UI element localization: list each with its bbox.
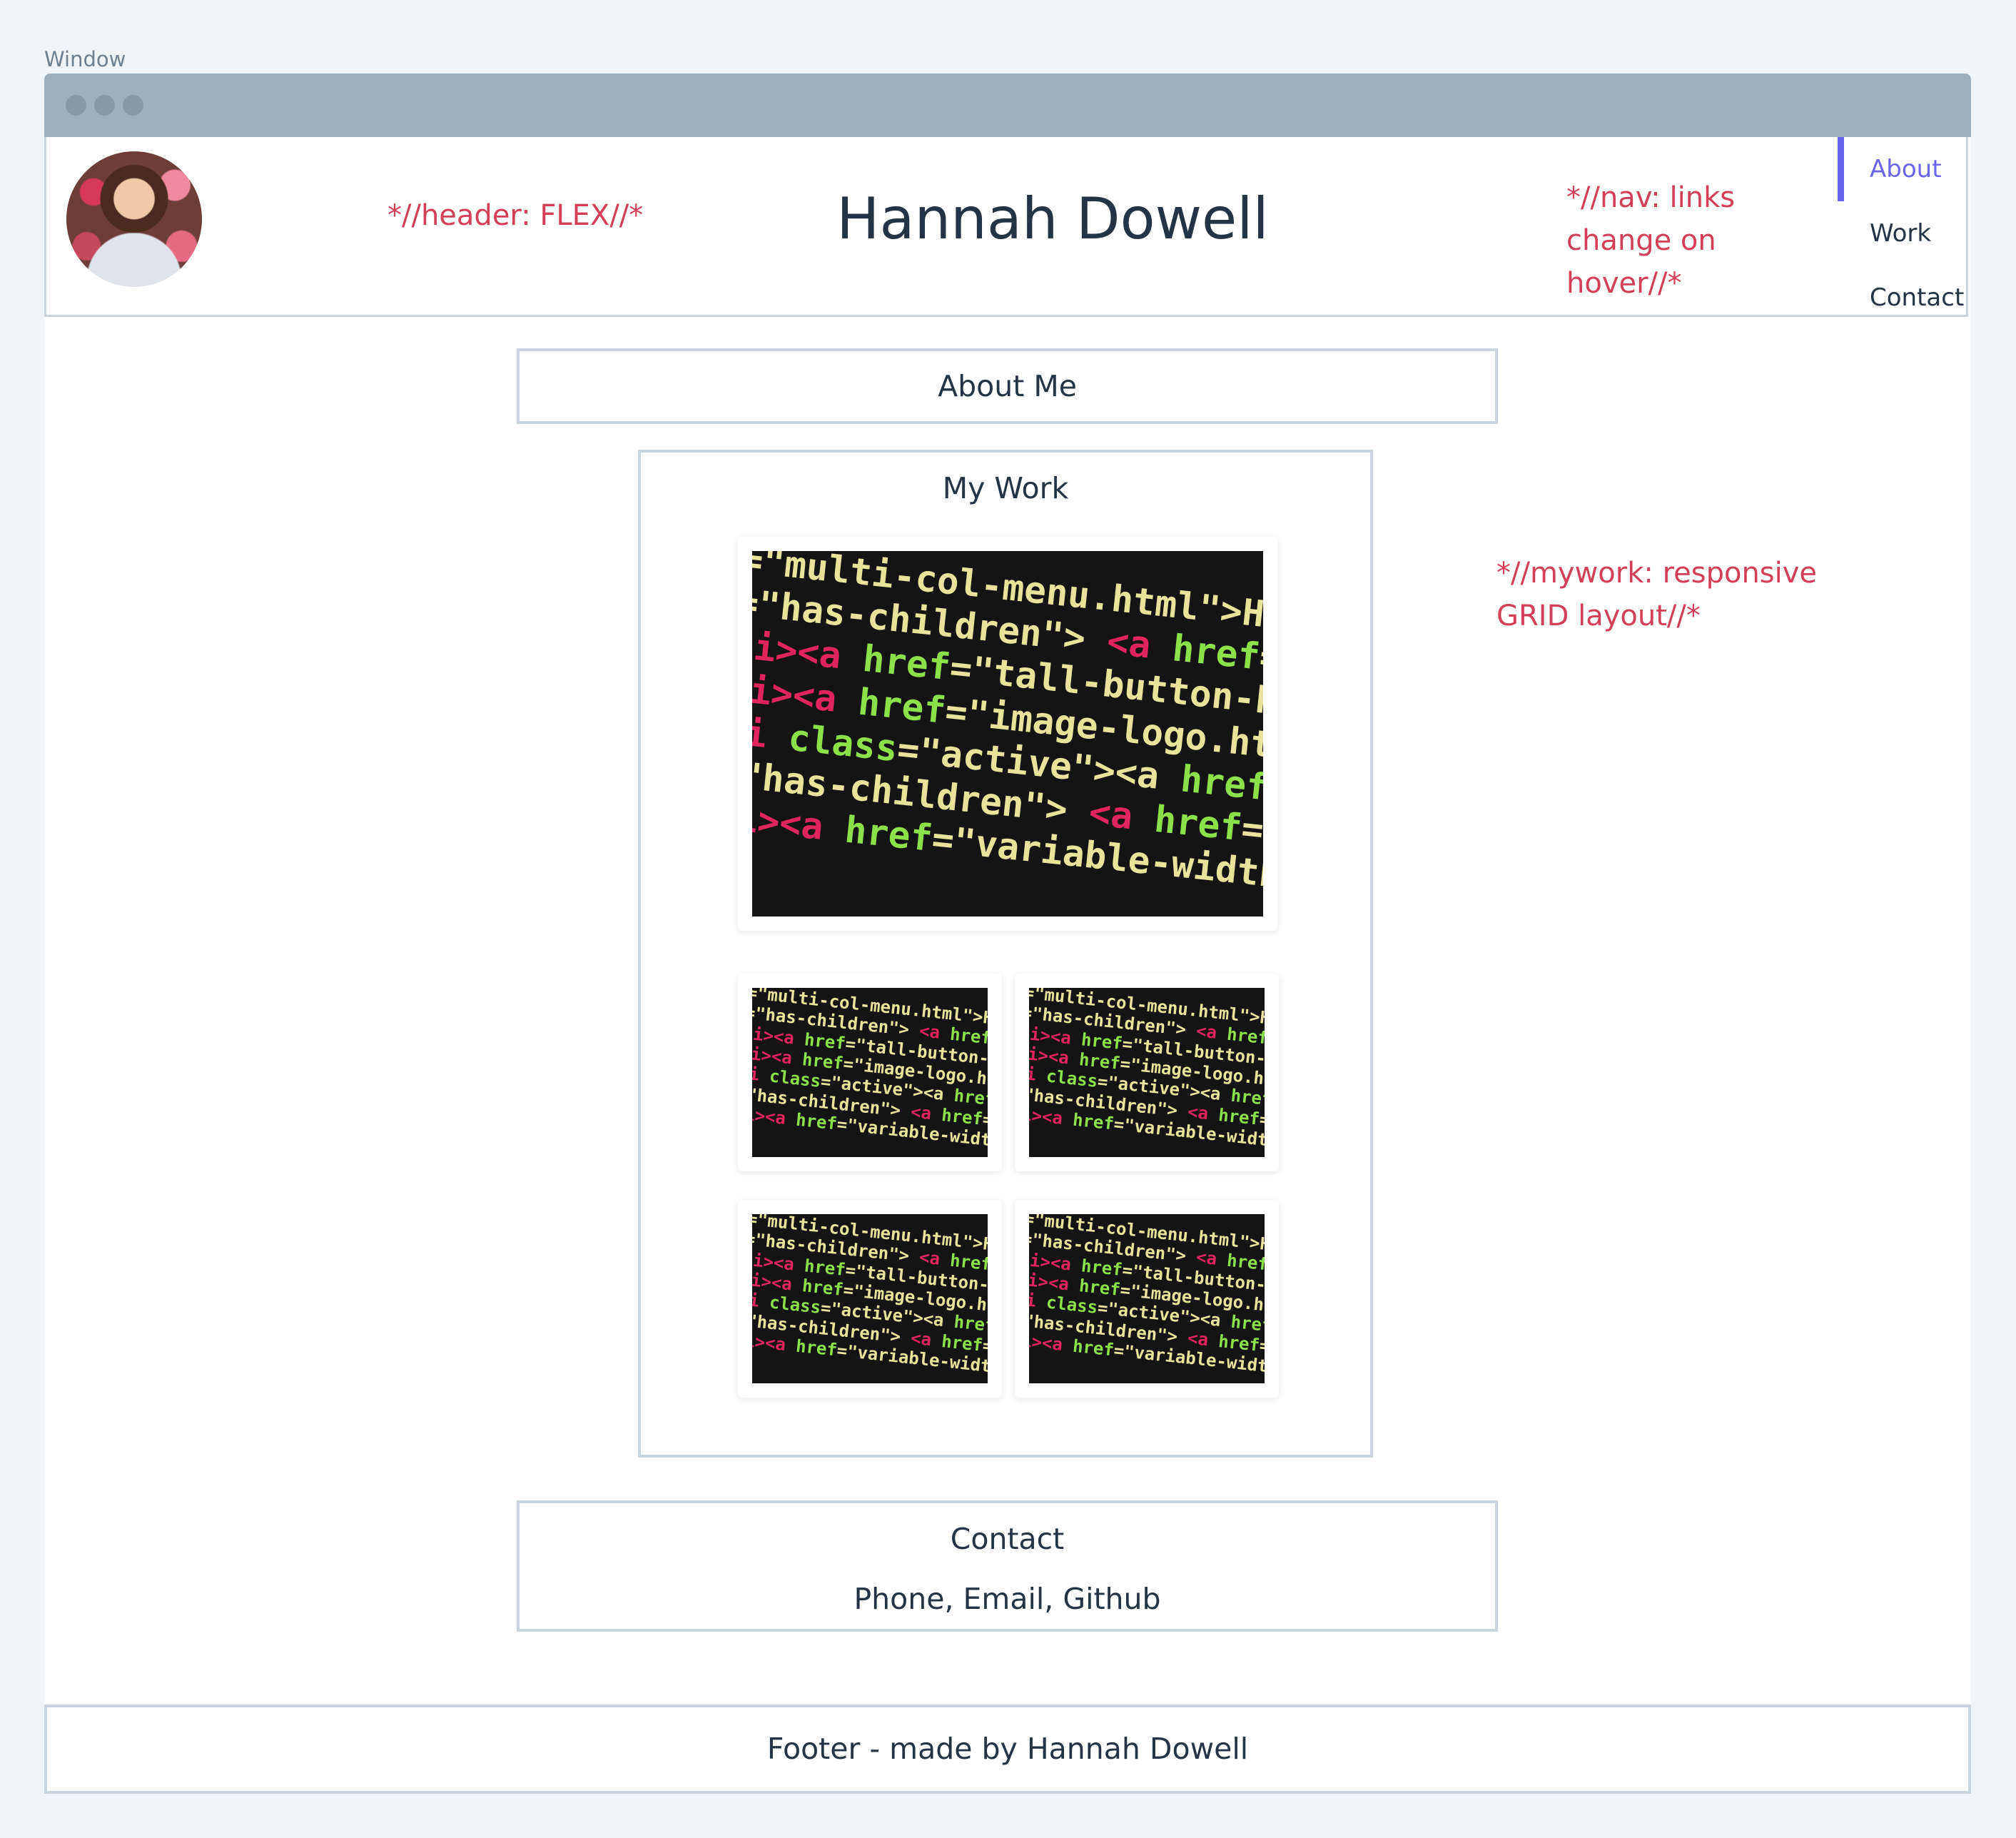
nav-link-contact[interactable]: Contact — [1838, 266, 1970, 330]
code-screenshot-image: s="multi-col-menu.html">Home Events</lis… — [1029, 988, 1265, 1157]
nav-link-about[interactable]: About — [1838, 137, 1970, 201]
code-screenshot-image: s="multi-col-menu.html">Home Events</lis… — [1029, 1214, 1265, 1383]
page-title: Hannah Dowell — [836, 186, 1269, 252]
browser-window: *//header: FLEX//* Hannah Dowell *//nav:… — [44, 74, 1971, 1794]
contact-details: Phone, Email, Github — [853, 1582, 1161, 1616]
work-section: My Work s="multi-col-menu.html">Home Eve… — [638, 450, 1373, 1458]
header-annotation: *//header: FLEX//* — [388, 199, 644, 232]
window-titlebar — [44, 74, 1971, 137]
work-annotation: *//mywork: responsive GRID layout//* — [1496, 557, 1818, 632]
work-title: My Work — [942, 471, 1069, 505]
work-card-1[interactable]: s="multi-col-menu.html">Home Events</lis… — [738, 974, 1002, 1171]
nav-annotation: *//nav: links change on hover//* — [1566, 181, 1736, 300]
code-screenshot-image: s="multi-col-menu.html">Home Events</lis… — [752, 988, 988, 1157]
site-footer: Footer - made by Hannah Dowell — [44, 1705, 1971, 1794]
contact-section: Contact Phone, Email, Github — [517, 1500, 1498, 1632]
work-card-3[interactable]: s="multi-col-menu.html">Home Events</lis… — [738, 1200, 1002, 1398]
work-card-featured[interactable]: s="multi-col-menu.html">Home Events</lis… — [738, 537, 1277, 931]
about-section: About Me — [517, 348, 1498, 424]
window-minimize-dot[interactable] — [94, 95, 115, 116]
nav-link-work[interactable]: Work — [1838, 201, 1970, 266]
work-card-4[interactable]: s="multi-col-menu.html">Home Events</lis… — [1015, 1200, 1279, 1398]
work-card-2[interactable]: s="multi-col-menu.html">Home Events</lis… — [1015, 974, 1279, 1171]
code-screenshot-image: s="multi-col-menu.html">Home Events</lis… — [752, 551, 1263, 917]
window-maximize-dot[interactable] — [123, 95, 143, 116]
window-close-dot[interactable] — [66, 95, 86, 116]
site-header: *//header: FLEX//* Hannah Dowell *//nav:… — [44, 137, 1968, 317]
window-label: Window — [44, 47, 126, 71]
avatar — [66, 151, 202, 287]
code-screenshot-image: s="multi-col-menu.html">Home Events</lis… — [752, 1214, 988, 1383]
site-nav: About Work Contact — [1838, 137, 1970, 330]
contact-title: Contact — [950, 1522, 1065, 1556]
